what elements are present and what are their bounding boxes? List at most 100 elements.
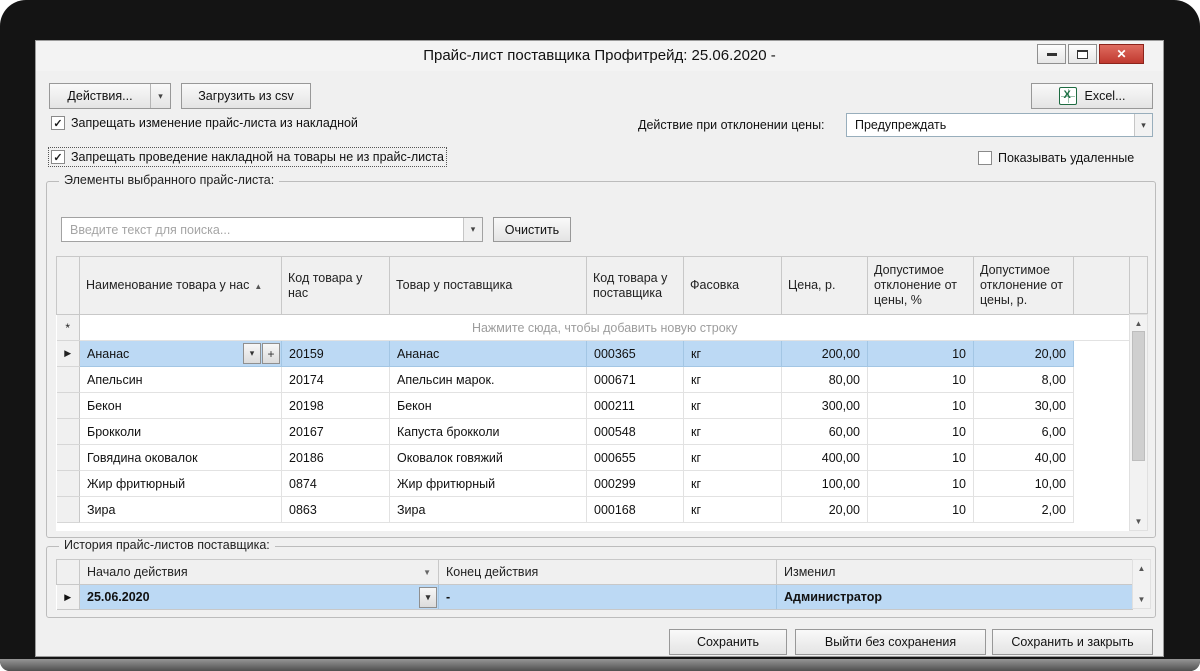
price-deviation-select[interactable]: Предупреждать ▾ bbox=[846, 113, 1153, 137]
scroll-down-icon[interactable]: ▼ bbox=[1133, 592, 1150, 607]
cell-supplier-item[interactable]: Ананас bbox=[389, 340, 587, 367]
table-row[interactable]: ▶ Ананас ▾ + 20159 Ананас 000365 кг 200,… bbox=[56, 340, 1130, 367]
forbid-posting-checkbox[interactable]: ✓ Запрещать проведение накладной на това… bbox=[48, 147, 447, 167]
forbid-edit-checkbox[interactable]: ✓ Запрещать изменение прайс-листа из нак… bbox=[51, 116, 358, 130]
col-header-supplier-code[interactable]: Код товара у поставщика bbox=[586, 256, 684, 315]
cell-item-name[interactable]: Жир фритюрный bbox=[79, 470, 282, 497]
table-row[interactable]: Брокколи 20167 Капуста брокколи 000548 к… bbox=[56, 418, 1130, 445]
cell-deviation-rub[interactable]: 10,00 bbox=[973, 470, 1074, 497]
cell-price[interactable]: 300,00 bbox=[781, 392, 868, 419]
cell-item-name[interactable]: Бекон bbox=[79, 392, 282, 419]
items-scrollbar[interactable]: ▲ ▼ bbox=[1129, 314, 1148, 531]
close-button[interactable]: ✕ bbox=[1099, 44, 1144, 64]
cell-item-name[interactable]: Ананас ▾ + bbox=[79, 340, 282, 367]
cell-deviation-rub[interactable]: 6,00 bbox=[973, 418, 1074, 445]
save-button[interactable]: Сохранить bbox=[669, 629, 787, 655]
cell-supplier-code[interactable]: 000671 bbox=[586, 366, 684, 393]
cell-our-code[interactable]: 0874 bbox=[281, 470, 390, 497]
cell-deviation-rub[interactable]: 20,00 bbox=[973, 340, 1074, 367]
cell-item-name[interactable]: Брокколи bbox=[79, 418, 282, 445]
save-and-close-button[interactable]: Сохранить и закрыть bbox=[992, 629, 1153, 655]
cell-our-code[interactable]: 0863 bbox=[281, 496, 390, 523]
minimize-button[interactable] bbox=[1037, 44, 1066, 64]
cell-packing[interactable]: кг bbox=[683, 418, 782, 445]
cell-packing[interactable]: кг bbox=[683, 392, 782, 419]
cell-price[interactable]: 20,00 bbox=[781, 496, 868, 523]
col-header-our-code[interactable]: Код товара у нас bbox=[281, 256, 390, 315]
cell-price[interactable]: 80,00 bbox=[781, 366, 868, 393]
cell-deviation-rub[interactable]: 40,00 bbox=[973, 444, 1074, 471]
col-header-start[interactable]: Начало действия ▼ bbox=[79, 559, 439, 585]
col-header-end[interactable]: Конец действия bbox=[438, 559, 777, 585]
cell-supplier-code[interactable]: 000655 bbox=[586, 444, 684, 471]
history-scrollbar[interactable]: ▲ ▼ bbox=[1132, 559, 1151, 609]
new-row-hint[interactable]: Нажмите сюда, чтобы добавить новую строк… bbox=[79, 314, 1130, 341]
cell-item-name[interactable]: Зира bbox=[79, 496, 282, 523]
filter-icon[interactable]: ▼ bbox=[423, 568, 431, 577]
cell-deviation-pct[interactable]: 10 bbox=[867, 340, 974, 367]
cell-dropdown-button[interactable]: ▾ bbox=[243, 343, 261, 364]
col-header-item-name[interactable]: Наименование товара у нас ▲ bbox=[79, 256, 282, 315]
cell-supplier-code[interactable]: 000168 bbox=[586, 496, 684, 523]
search-dropdown-button[interactable]: ▾ bbox=[463, 218, 482, 241]
col-header-deviation-pct[interactable]: Допустимое отклонение от цены, % bbox=[867, 256, 974, 315]
cell-supplier-item[interactable]: Капуста брокколи bbox=[389, 418, 587, 445]
table-row[interactable]: Апельсин 20174 Апельсин марок. 000671 кг… bbox=[56, 366, 1130, 393]
cell-price[interactable]: 200,00 bbox=[781, 340, 868, 367]
cell-supplier-code[interactable]: 000211 bbox=[586, 392, 684, 419]
cell-deviation-pct[interactable]: 10 bbox=[867, 418, 974, 445]
history-row[interactable]: ▶ 25.06.2020 ▾ - Администратор bbox=[56, 584, 1133, 610]
cell-price[interactable]: 100,00 bbox=[781, 470, 868, 497]
cell-supplier-item[interactable]: Апельсин марок. bbox=[389, 366, 587, 393]
scrollbar-thumb[interactable] bbox=[1132, 331, 1145, 461]
cell-our-code[interactable]: 20186 bbox=[281, 444, 390, 471]
cell-supplier-item[interactable]: Бекон bbox=[389, 392, 587, 419]
col-header-price[interactable]: Цена, р. bbox=[781, 256, 868, 315]
excel-button[interactable]: Excel... bbox=[1031, 83, 1153, 109]
load-csv-button[interactable]: Загрузить из csv bbox=[181, 83, 311, 109]
cell-packing[interactable]: кг bbox=[683, 470, 782, 497]
col-header-changed-by[interactable]: Изменил bbox=[776, 559, 1133, 585]
cell-packing[interactable]: кг bbox=[683, 496, 782, 523]
table-row[interactable]: Бекон 20198 Бекон 000211 кг 300,00 10 30… bbox=[56, 392, 1130, 419]
cell-supplier-code[interactable]: 000548 bbox=[586, 418, 684, 445]
cell-item-name[interactable]: Говядина оковалок bbox=[79, 444, 282, 471]
table-row[interactable]: Зира 0863 Зира 000168 кг 20,00 10 2,00 bbox=[56, 496, 1130, 523]
cell-deviation-rub[interactable]: 30,00 bbox=[973, 392, 1074, 419]
cell-deviation-rub[interactable]: 2,00 bbox=[973, 496, 1074, 523]
cell-deviation-rub[interactable]: 8,00 bbox=[973, 366, 1074, 393]
show-deleted-checkbox[interactable]: Показывать удаленные bbox=[978, 151, 1134, 165]
cell-supplier-code[interactable]: 000365 bbox=[586, 340, 684, 367]
cell-item-name[interactable]: Апельсин bbox=[79, 366, 282, 393]
table-row[interactable]: Жир фритюрный 0874 Жир фритюрный 000299 … bbox=[56, 470, 1130, 497]
scroll-up-icon[interactable]: ▲ bbox=[1130, 316, 1147, 331]
scroll-up-icon[interactable]: ▲ bbox=[1133, 561, 1150, 576]
cell-supplier-item[interactable]: Оковалок говяжий bbox=[389, 444, 587, 471]
cell-packing[interactable]: кг bbox=[683, 340, 782, 367]
cell-supplier-item[interactable]: Жир фритюрный bbox=[389, 470, 587, 497]
scroll-down-icon[interactable]: ▼ bbox=[1130, 514, 1147, 529]
cell-deviation-pct[interactable]: 10 bbox=[867, 496, 974, 523]
cell-supplier-code[interactable]: 000299 bbox=[586, 470, 684, 497]
table-row[interactable]: Говядина оковалок 20186 Оковалок говяжий… bbox=[56, 444, 1130, 471]
cell-add-button[interactable]: + bbox=[262, 343, 280, 364]
col-header-deviation-rub[interactable]: Допустимое отклонение от цены, р. bbox=[973, 256, 1074, 315]
actions-button[interactable]: Действия... ▾ bbox=[49, 83, 171, 109]
clear-search-button[interactable]: Очистить bbox=[493, 217, 571, 242]
cell-supplier-item[interactable]: Зира bbox=[389, 496, 587, 523]
cell-deviation-pct[interactable]: 10 bbox=[867, 392, 974, 419]
cell-end-date[interactable]: - bbox=[438, 584, 777, 610]
cell-packing[interactable]: кг bbox=[683, 366, 782, 393]
cell-our-code[interactable]: 20198 bbox=[281, 392, 390, 419]
cell-our-code[interactable]: 20159 bbox=[281, 340, 390, 367]
cell-our-code[interactable]: 20167 bbox=[281, 418, 390, 445]
new-row[interactable]: * Нажмите сюда, чтобы добавить новую стр… bbox=[56, 314, 1130, 341]
col-header-supplier-item[interactable]: Товар у поставщика bbox=[389, 256, 587, 315]
cell-deviation-pct[interactable]: 10 bbox=[867, 444, 974, 471]
exit-without-saving-button[interactable]: Выйти без сохранения bbox=[795, 629, 986, 655]
search-input[interactable] bbox=[62, 218, 463, 241]
cell-our-code[interactable]: 20174 bbox=[281, 366, 390, 393]
maximize-button[interactable] bbox=[1068, 44, 1097, 64]
cell-changed-by[interactable]: Администратор bbox=[776, 584, 1133, 610]
cell-packing[interactable]: кг bbox=[683, 444, 782, 471]
